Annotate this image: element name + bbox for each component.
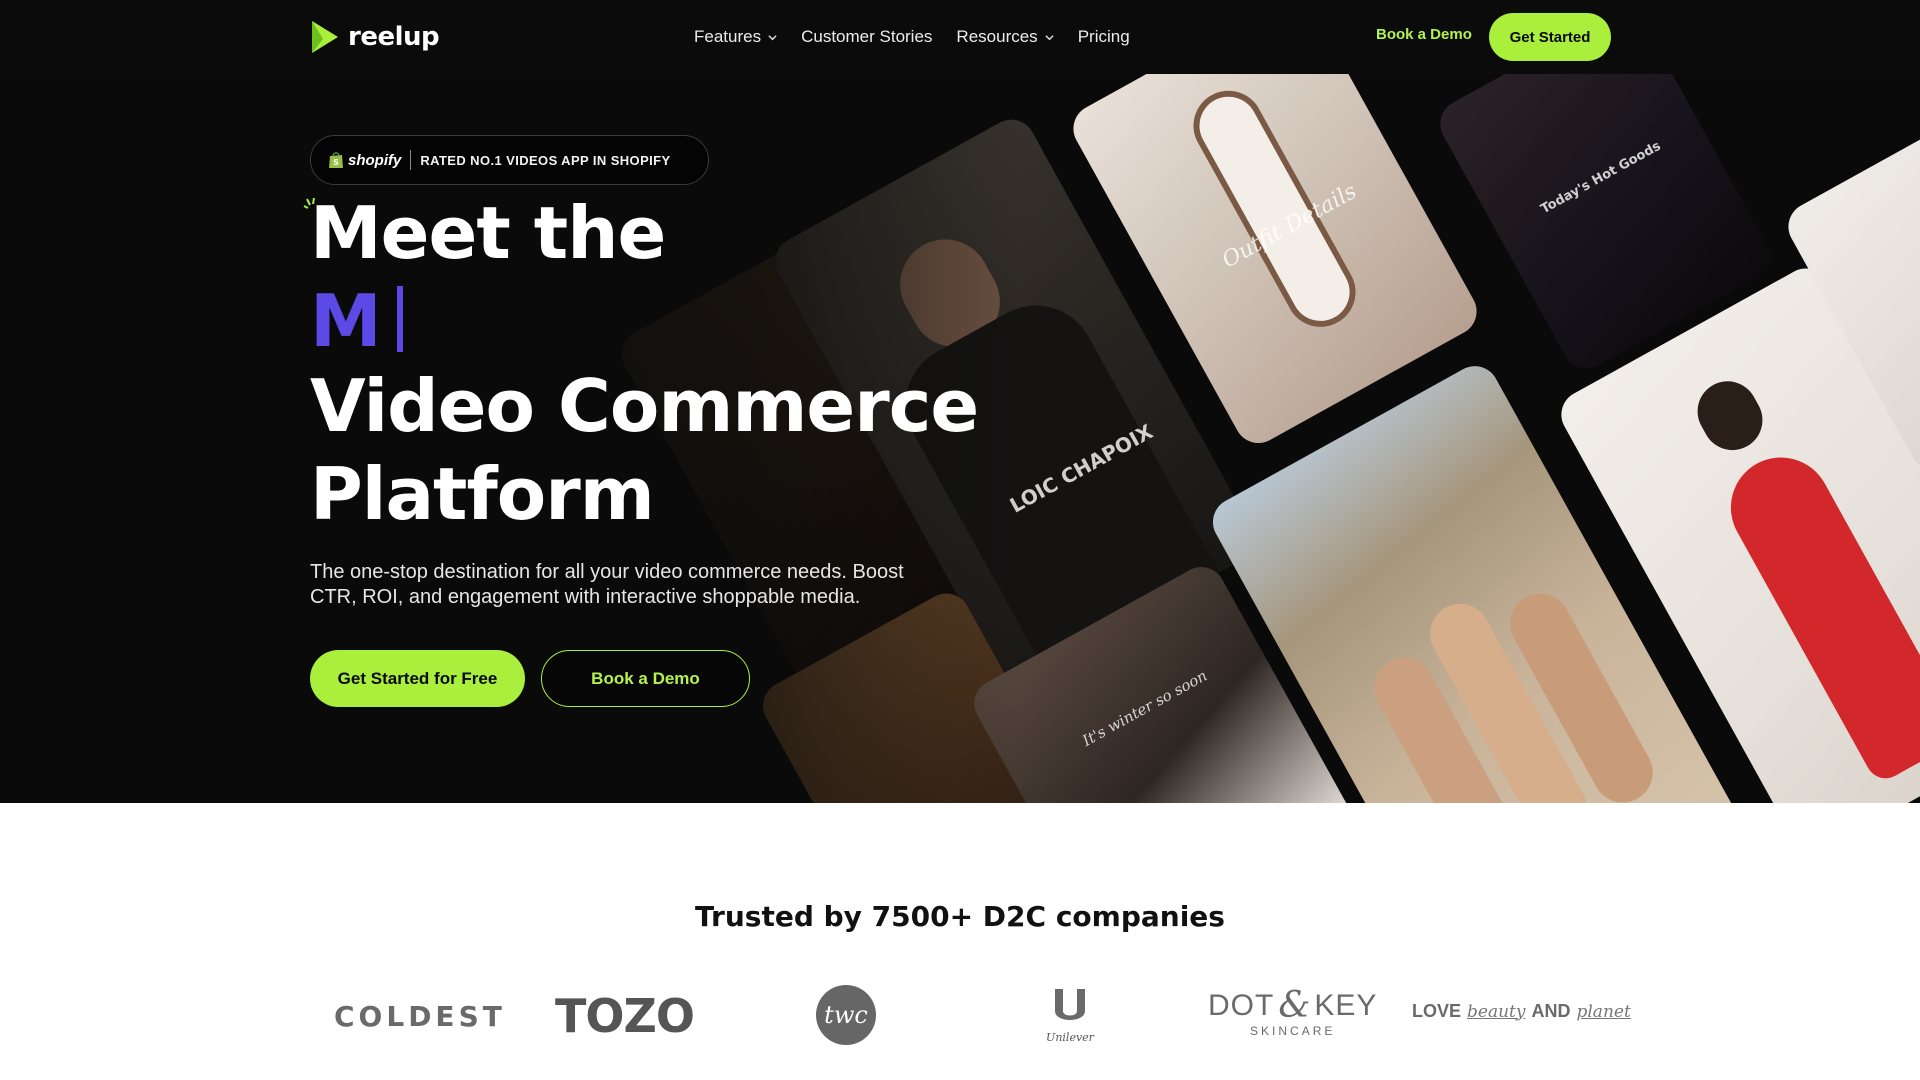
nav-item-label: Pricing <box>1077 27 1130 46</box>
nav-item-pricing[interactable]: Pricing <box>1078 27 1130 47</box>
nav-item-label: Features <box>694 27 762 46</box>
unilever-logo: Unilever <box>1040 987 1100 1044</box>
typing-cursor <box>396 286 403 352</box>
love-word: LOVE <box>1412 1001 1462 1021</box>
nav-item-label: Resources <box>956 27 1038 46</box>
love-script-word: beauty <box>1467 1001 1526 1022</box>
top-navbar: reelup Features Customer Stories Resourc… <box>0 0 1920 74</box>
brand-name: reelup <box>348 22 440 52</box>
hero-title-typed: M <box>310 285 403 357</box>
hero-subtitle: The one-stop destination for all your vi… <box>310 561 904 608</box>
dot-key-logo: DOT & KEY SKINCARE <box>1208 985 1377 1038</box>
dot-key-wordmark: DOT & KEY <box>1208 985 1377 1026</box>
badge-divider <box>410 150 412 170</box>
tozo-logo: TOZO <box>555 989 695 1043</box>
shopify-rating-badge: S shopify RATED NO.1 VIDEOS APP IN SHOPI… <box>310 135 709 185</box>
dot-key-subtitle: SKINCARE <box>1250 1024 1336 1038</box>
hero-title-line-4: Platform <box>310 452 655 536</box>
dot-key-word: DOT <box>1208 988 1275 1022</box>
nav-book-demo-link[interactable]: Book a Demo <box>1376 26 1472 43</box>
video-caption: It's winter so soon <box>1079 666 1211 750</box>
reelup-logo-icon <box>312 21 338 53</box>
get-started-free-button[interactable]: Get Started for Free <box>310 650 525 707</box>
nav-item-features[interactable]: Features <box>694 27 777 47</box>
svg-text:S: S <box>333 158 339 167</box>
main-nav: Features Customer Stories Resources Pric… <box>694 24 1154 50</box>
love-beauty-planet-logo: LOVE beauty AND planet <box>1412 1001 1631 1022</box>
video-caption: Today's Hot Goods <box>1538 138 1664 218</box>
hero-title-line-1: Meet the <box>310 191 666 275</box>
trusted-heading: Trusted by 7500+ D2C companies <box>695 900 1225 933</box>
dot-key-ampersand: & <box>1278 985 1311 1026</box>
typed-text: M <box>310 279 382 363</box>
love-word: AND <box>1531 1001 1571 1021</box>
video-person-figure <box>1686 370 1774 461</box>
nav-item-label: Customer Stories <box>801 27 933 46</box>
shopify-wordmark: shopify <box>348 151 402 169</box>
twc-logo: twc <box>816 985 876 1045</box>
nav-item-customer-stories[interactable]: Customer Stories <box>801 27 932 47</box>
hero-title-line-3: Video Commerce <box>310 364 979 448</box>
brand-logos-row: COLDEST TOZO twc Unilever DOT & KEY SKIN… <box>0 975 1920 1055</box>
unilever-wordmark: Unilever <box>1046 1031 1094 1044</box>
video-person-body <box>1712 439 1920 786</box>
shopify-bag-icon: S <box>329 152 343 168</box>
nav-get-started-button[interactable]: Get Started <box>1489 13 1611 61</box>
love-script-word: planet <box>1576 1001 1631 1022</box>
brand-logo[interactable]: reelup <box>310 19 440 55</box>
dot-key-word: KEY <box>1314 988 1378 1022</box>
badge-text: RATED NO.1 VIDEOS APP IN SHOPIFY <box>420 152 671 168</box>
coldest-logo: COLDEST <box>334 1000 506 1033</box>
nav-item-resources[interactable]: Resources <box>956 27 1054 47</box>
book-demo-button[interactable]: Book a Demo <box>541 650 750 707</box>
unilever-mark-icon <box>1055 989 1085 1020</box>
chevron-down-icon <box>1045 34 1054 40</box>
chevron-down-icon <box>768 34 777 40</box>
